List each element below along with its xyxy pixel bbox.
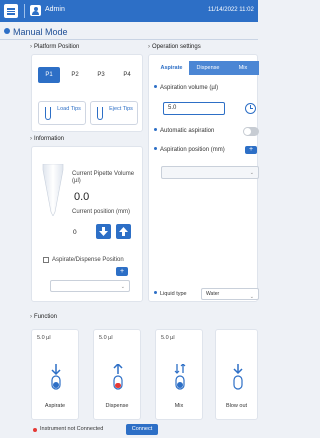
connect-button[interactable]: Connect (126, 424, 158, 435)
liquid-type-select[interactable]: Water ⌄ (201, 288, 259, 300)
tip-icon (97, 107, 103, 120)
mode-icon (4, 28, 10, 34)
load-tips-button[interactable]: Load Tips (38, 101, 86, 125)
platform-card: P1 P2 P3 P4 Load Tips Eject Tips (31, 54, 143, 132)
function-card-dispense[interactable]: 5.0 µl Dispense (93, 329, 141, 420)
platform-p2-button[interactable]: P2 (64, 67, 86, 83)
arrow-up-icon (119, 227, 128, 236)
position-label: Current position (mm) (72, 209, 131, 215)
function-card-aspirate[interactable]: 5.0 µl Aspirate (31, 329, 79, 420)
status-indicator-icon (33, 428, 37, 432)
function-name: Dispense (105, 403, 129, 409)
aspdisp-checkbox[interactable] (43, 257, 49, 263)
pipette-tip-icon (42, 164, 64, 216)
menu-icon[interactable] (4, 4, 18, 18)
aspdisp-label: Aspirate/Dispense Position (52, 257, 124, 263)
blow-out-icon (233, 364, 243, 390)
volume-value: 0.0 (74, 191, 90, 203)
function-name: Blow out (225, 403, 248, 409)
username: Admin (45, 6, 65, 13)
aspiration-volume-label: Aspiration volume (µl) (154, 85, 218, 91)
chevron-down-icon: ⌄ (249, 294, 254, 300)
chevron-down-icon: ⌄ (120, 284, 125, 290)
aspdisp-position-select[interactable]: ⌄ (50, 280, 130, 292)
function-card-mix[interactable]: 5.0 µl Mix (155, 329, 203, 420)
operation-card: Aspirate Dispense Mix Aspiration volume … (148, 54, 259, 302)
platform-section-title: Platform Position (30, 44, 79, 50)
platform-p3-button[interactable]: P3 (90, 67, 112, 83)
platform-p1-button[interactable]: P1 (38, 67, 60, 83)
function-card-blow-out[interactable]: Blow out (215, 329, 258, 420)
datetime: 11/14/2022 11:02 (208, 7, 254, 13)
arrow-down-icon (99, 227, 108, 236)
platform-p4-button[interactable]: P4 (116, 67, 138, 83)
tab-aspirate[interactable]: Aspirate (154, 61, 189, 75)
function-section-title: Function (30, 314, 57, 320)
aspiration-position-select[interactable]: ⌄ (161, 166, 259, 179)
operation-section-title: Operation settings (148, 44, 201, 50)
mix-icon (174, 364, 186, 390)
aspiration-position-label: Aspiration position (mm) (154, 147, 225, 153)
position-value: 0 (73, 229, 77, 236)
eject-tips-button[interactable]: Eject Tips (90, 101, 138, 125)
function-volume: 5.0 µl (161, 335, 175, 341)
top-bar: Admin 11/14/2022 11:02 (0, 0, 258, 22)
divider (0, 39, 258, 40)
user-icon (30, 5, 41, 16)
information-card: Current Pipette Volume (µl) 0.0 Current … (31, 146, 143, 302)
tab-mix[interactable]: Mix (227, 61, 259, 75)
move-down-button[interactable] (96, 224, 111, 239)
function-name: Aspirate (44, 403, 66, 409)
tip-icon (45, 107, 51, 120)
information-section-title: Information (30, 136, 64, 142)
aspirate-icon (51, 364, 61, 390)
move-up-button[interactable] (116, 224, 131, 239)
function-volume: 5.0 µl (37, 335, 51, 341)
function-name: Mix (174, 403, 184, 409)
aspiration-volume-input[interactable]: 5.0 (163, 102, 225, 115)
automatic-aspiration-toggle[interactable] (243, 127, 259, 136)
automatic-aspiration-label: Automatic aspiration (154, 128, 214, 134)
clock-icon[interactable] (245, 103, 256, 114)
function-volume: 5.0 µl (99, 335, 113, 341)
divider (24, 4, 25, 18)
dispense-icon (113, 364, 123, 390)
liquid-type-label: Liquid type (154, 291, 187, 297)
add-aspiration-position-button[interactable]: + (245, 146, 257, 154)
page-title: Manual Mode (4, 27, 68, 37)
status-text: Instrument not Connected (40, 426, 104, 432)
volume-label: Current Pipette Volume (µl) (72, 171, 135, 184)
add-position-button[interactable]: + (116, 267, 128, 276)
chevron-down-icon: ⌄ (249, 170, 254, 176)
tab-dispense[interactable]: Dispense (189, 61, 227, 75)
